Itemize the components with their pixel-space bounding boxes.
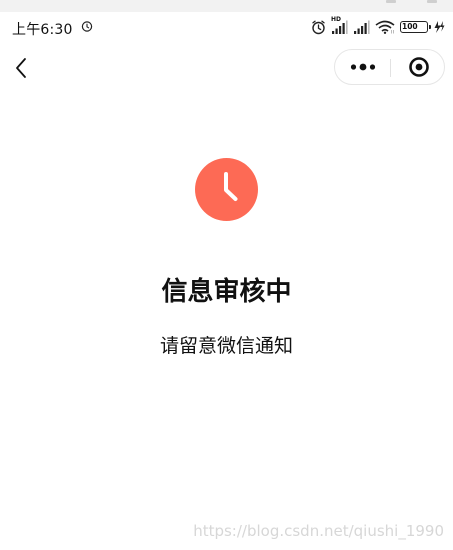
top-strip — [0, 0, 453, 12]
back-button[interactable] — [10, 54, 34, 82]
ghost-mark — [386, 0, 396, 3]
watermark-text: https://blog.csdn.net/qiushi_1990 — [193, 522, 444, 540]
status-right-group: HD 100 — [311, 16, 445, 36]
status-icon — [195, 158, 258, 221]
page-subtitle: 请留意微信通知 — [159, 335, 293, 357]
status-time: 上午6:30 — [12, 22, 73, 38]
signal-icon — [354, 20, 370, 34]
more-button[interactable] — [335, 50, 390, 84]
battery-indicator: 100 — [400, 21, 431, 33]
signal-hd-icon: HD — [331, 16, 348, 34]
navigation-bar — [0, 44, 453, 92]
page-title: 信息审核中 — [161, 277, 292, 307]
clock-icon — [195, 158, 258, 221]
wifi-icon — [375, 20, 395, 34]
close-button[interactable] — [391, 50, 445, 84]
status-bar: 上午6:30 HD 100 — [0, 12, 453, 42]
target-circle-icon — [409, 57, 429, 77]
ghost-mark — [427, 0, 437, 3]
charging-icon — [434, 21, 445, 33]
more-dots-icon — [350, 63, 376, 71]
menu-capsule — [334, 49, 445, 85]
chevron-left-icon — [16, 58, 26, 78]
alarm-icon — [312, 20, 325, 34]
alarm-icon — [81, 21, 93, 32]
